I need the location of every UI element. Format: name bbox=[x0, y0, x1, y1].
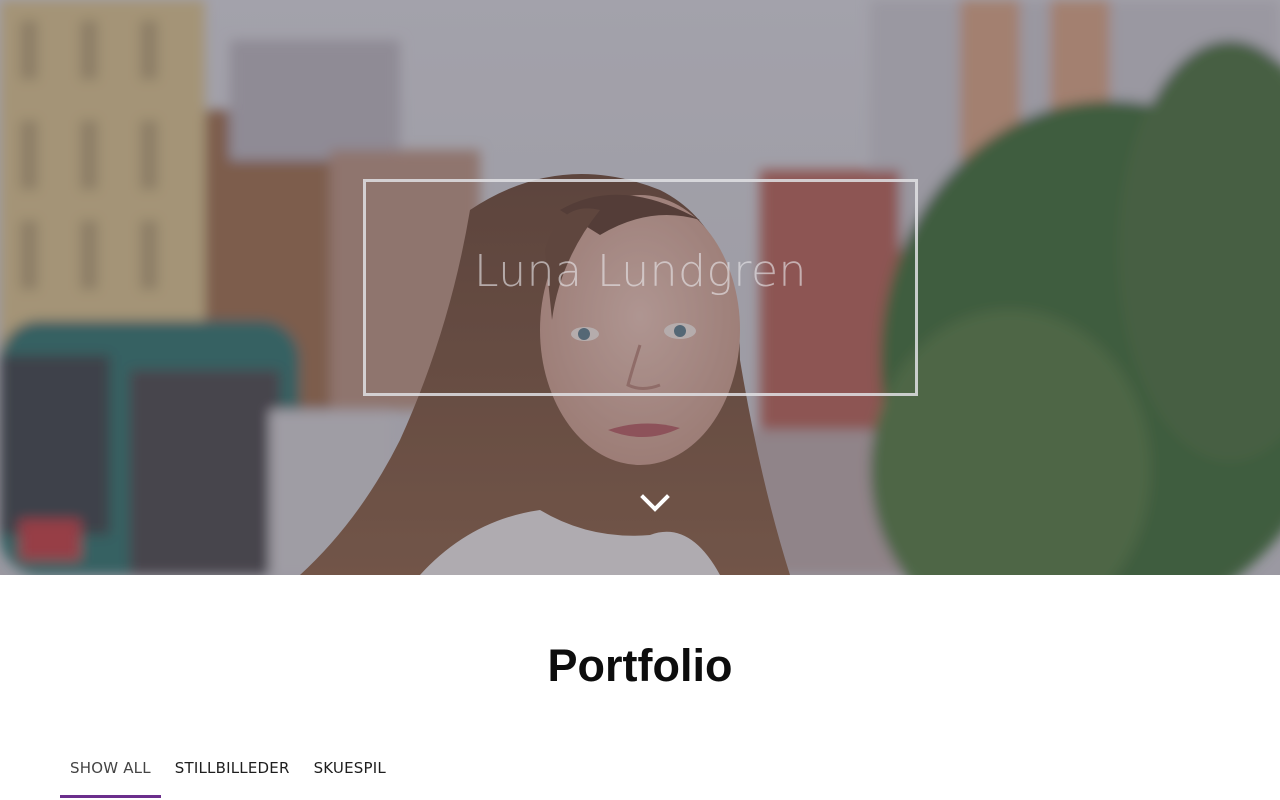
hero-title-frame: Luna Lundgren bbox=[363, 179, 918, 396]
hero-section: Luna Lundgren bbox=[0, 0, 1280, 575]
filter-skuespil[interactable]: SKUESPIL bbox=[304, 755, 396, 794]
portfolio-filter-tabs: SHOW ALL STILLBILLEDER SKUESPIL bbox=[60, 755, 400, 800]
filter-show-all[interactable]: SHOW ALL bbox=[60, 755, 161, 798]
chevron-down-icon[interactable] bbox=[639, 492, 671, 516]
portfolio-heading: Portfolio bbox=[547, 640, 733, 691]
site-title: Luna Lundgren bbox=[474, 246, 807, 297]
filter-stillbilleder[interactable]: STILLBILLEDER bbox=[165, 755, 300, 794]
